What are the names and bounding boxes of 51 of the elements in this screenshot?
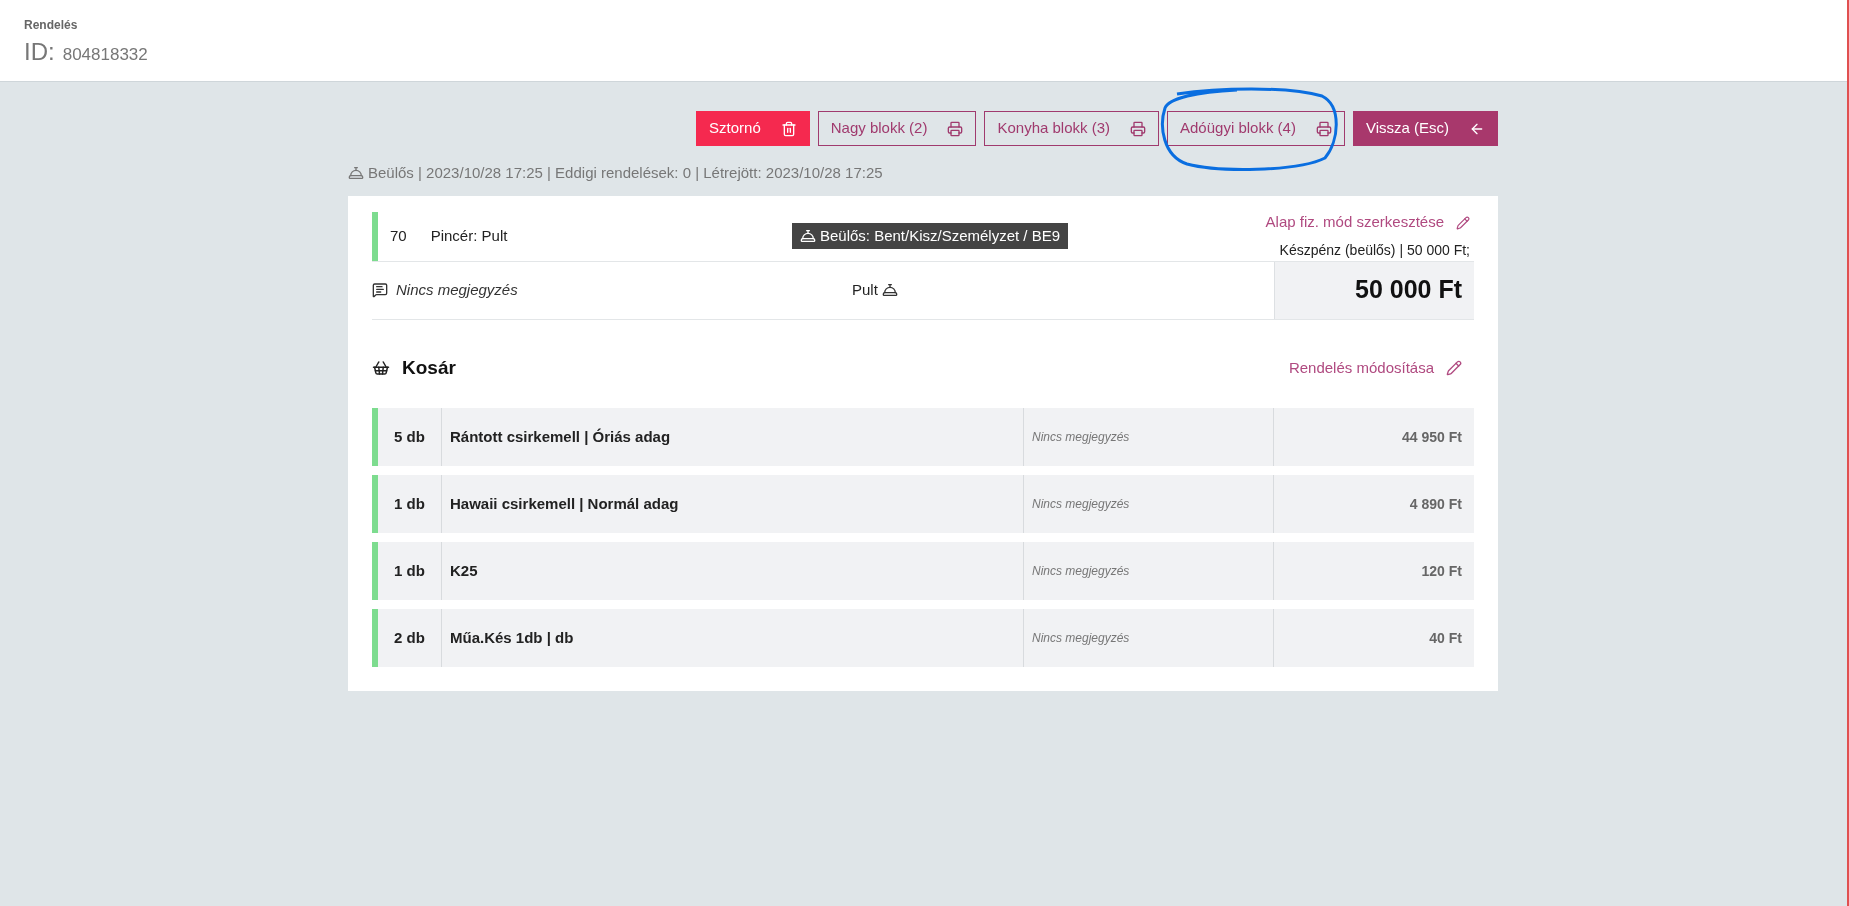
- status-bar: [372, 475, 378, 533]
- waiter: Pincér: Pult: [430, 225, 508, 246]
- pencil-icon: [1446, 359, 1462, 376]
- bell-icon: [881, 282, 898, 298]
- action-button[interactable]: Nagy blokk (2): [817, 111, 977, 146]
- order-source: Pult: [852, 279, 878, 300]
- item-price: 120 Ft: [1421, 561, 1462, 581]
- payment-info: Készpénz (beülős) | 50 000 Ft;: [1279, 240, 1470, 260]
- status-bar: [372, 408, 378, 466]
- item-name: Műa.Kés 1db | db: [450, 628, 574, 648]
- page-title: Rendelés: [24, 17, 79, 34]
- cart-title: Kosár: [402, 355, 456, 380]
- status-bar: [372, 542, 378, 600]
- action-button[interactable]: Konyha blokk (3): [984, 111, 1159, 146]
- order-note: Nincs megjegyzés: [396, 279, 518, 300]
- total-amount: 50 000 Ft: [1274, 261, 1474, 319]
- table-number: 70: [390, 225, 407, 246]
- item-quantity: 5 db: [394, 426, 425, 447]
- order-meta: Beülős | 2023/10/28 17:25 | Eddigi rendelések: 0 | Létrejött: 2023/10/28 17:25: [368, 163, 883, 183]
- action-button[interactable]: Adóügyi blokk (4): [1167, 111, 1345, 146]
- item-quantity: 1 db: [394, 560, 425, 581]
- item-quantity: 2 db: [394, 627, 425, 648]
- status-bar: [372, 211, 378, 261]
- item-note: Nincs megjegyzés: [1032, 429, 1130, 446]
- bell-icon: [799, 228, 816, 244]
- item-note: Nincs megjegyzés: [1032, 630, 1130, 647]
- edit-order-link[interactable]: Rendelés módosítása: [1288, 356, 1462, 379]
- item-name: Rántott csirkemell | Óriás adag: [450, 427, 671, 447]
- basket-icon: [372, 358, 390, 377]
- item-name: Hawaii csirkemell | Normál adag: [450, 494, 679, 514]
- trash-icon: [780, 120, 797, 137]
- action-button[interactable]: Sztornó: [696, 111, 810, 146]
- item-quantity: 1 db: [394, 493, 425, 514]
- action-button[interactable]: Vissza (Esc): [1352, 111, 1498, 146]
- item-note: Nincs megjegyzés: [1032, 496, 1130, 513]
- printer-icon: [1130, 120, 1146, 137]
- item-note: Nincs megjegyzés: [1032, 563, 1130, 580]
- status-bar: [372, 609, 378, 667]
- printer-icon: [947, 120, 964, 137]
- item-price: 40 Ft: [1429, 628, 1462, 648]
- pencil-icon: [1456, 215, 1470, 230]
- edit-payment-link[interactable]: Alap fiz. mód szerkesztése: [1265, 211, 1470, 234]
- printer-icon: [1315, 120, 1332, 137]
- bell-icon: [348, 165, 364, 182]
- item-name: K25: [450, 561, 478, 581]
- location-badge: Beülős: Bent/Kisz/Személyzet / BE9: [791, 222, 1069, 250]
- comment-icon: [372, 282, 388, 298]
- id-label: ID:: [24, 37, 55, 67]
- item-price: 44 950 Ft: [1402, 427, 1462, 447]
- order-id: 804818332: [62, 44, 148, 66]
- item-price: 4 890 Ft: [1409, 494, 1462, 514]
